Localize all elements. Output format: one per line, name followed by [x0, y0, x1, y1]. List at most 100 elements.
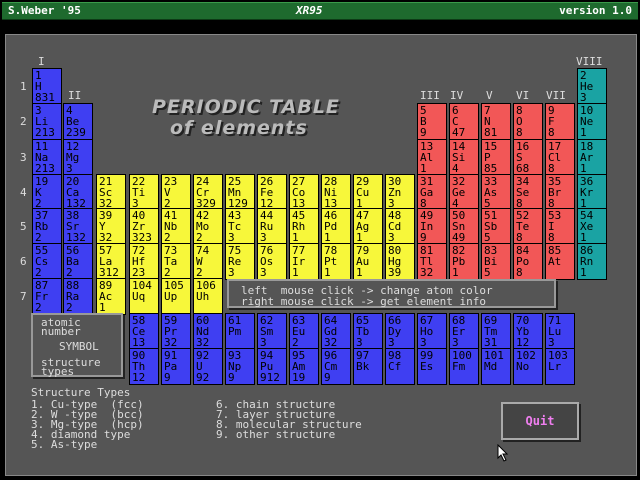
- element-ir[interactable]: 77 Ir 1: [289, 243, 319, 280]
- element-up[interactable]: 105 Up: [161, 278, 191, 315]
- element-rn[interactable]: 86 Rn 1: [577, 243, 607, 280]
- element-no[interactable]: 102 No: [513, 348, 543, 385]
- element-tb[interactable]: 65 Tb 3: [353, 313, 383, 350]
- element-w[interactable]: 74 W 2: [193, 243, 223, 280]
- element-mn[interactable]: 25 Mn 129: [225, 174, 255, 211]
- element-rh[interactable]: 45 Rh 1: [289, 208, 319, 245]
- element-o[interactable]: 8O8: [513, 103, 543, 140]
- element-k[interactable]: 19 K 2: [32, 174, 62, 211]
- element-ac[interactable]: 89 Ac 1: [96, 278, 126, 315]
- element-rb[interactable]: 37 Rb 2: [32, 208, 62, 245]
- element-nd[interactable]: 60 Nd 32: [193, 313, 223, 350]
- element-lr[interactable]: 103 Lr: [545, 348, 575, 385]
- element-mo[interactable]: 42 Mo 2: [193, 208, 223, 245]
- element-b[interactable]: 5B9: [417, 103, 447, 140]
- element-re[interactable]: 75 Re 3: [225, 243, 255, 280]
- element-v[interactable]: 23 V 2: [161, 174, 191, 211]
- element-md[interactable]: 101 Md: [481, 348, 511, 385]
- element-hg[interactable]: 80 Hg 39: [385, 243, 415, 280]
- element-es[interactable]: 99 Es: [417, 348, 447, 385]
- element-kr[interactable]: 36 Kr 1: [577, 174, 607, 211]
- element-uq[interactable]: 104 Uq: [129, 278, 159, 315]
- element-ho[interactable]: 67 Ho 3: [417, 313, 447, 350]
- element-cf[interactable]: 98 Cf: [385, 348, 415, 385]
- element-pr[interactable]: 59 Pr 32: [161, 313, 191, 350]
- element-sn[interactable]: 50 Sn 49: [449, 208, 479, 245]
- element-gd[interactable]: 64 Gd 32: [321, 313, 351, 350]
- element-pt[interactable]: 78 Pt 1: [321, 243, 351, 280]
- element-la[interactable]: 57 La 312: [96, 243, 126, 280]
- element-sc[interactable]: 21 Sc 32: [96, 174, 126, 211]
- element-pd[interactable]: 46 Pd 1: [321, 208, 351, 245]
- element-hf[interactable]: 72 Hf 23: [129, 243, 159, 280]
- element-sr[interactable]: 38 Sr 132: [63, 208, 93, 245]
- element-ru[interactable]: 44 Ru 3: [257, 208, 287, 245]
- element-ba[interactable]: 56 Ba 2: [63, 243, 93, 280]
- element-ag[interactable]: 47 Ag 1: [353, 208, 383, 245]
- element-cd[interactable]: 48 Cd 3: [385, 208, 415, 245]
- element-at[interactable]: 85 At: [545, 243, 575, 280]
- element-tc[interactable]: 43 Tc 3: [225, 208, 255, 245]
- element-al[interactable]: 13 Al 1: [417, 139, 447, 176]
- element-ne[interactable]: 10 Ne 1: [577, 103, 607, 140]
- element-po[interactable]: 84 Po 8: [513, 243, 543, 280]
- element-zn[interactable]: 30 Zn 3: [385, 174, 415, 211]
- element-s[interactable]: 16 S 68: [513, 139, 543, 176]
- element-ra[interactable]: 88 Ra 2: [63, 278, 93, 315]
- element-tm[interactable]: 69 Tm 31: [481, 313, 511, 350]
- element-pu[interactable]: 94 Pu 912: [257, 348, 287, 385]
- element-li[interactable]: 3 Li 213: [32, 103, 62, 140]
- element-i[interactable]: 53 I 8: [545, 208, 575, 245]
- element-eu[interactable]: 63 Eu 2: [289, 313, 319, 350]
- element-te[interactable]: 52 Te 8: [513, 208, 543, 245]
- element-u[interactable]: 92 U 92: [193, 348, 223, 385]
- element-cr[interactable]: 24 Cr 329: [193, 174, 223, 211]
- element-ge[interactable]: 32 Ge 4: [449, 174, 479, 211]
- element-tl[interactable]: 81 Tl 32: [417, 243, 447, 280]
- element-dy[interactable]: 66 Dy 3: [385, 313, 415, 350]
- element-fe[interactable]: 26 Fe 12: [257, 174, 287, 211]
- element-cl[interactable]: 17 Cl 8: [545, 139, 575, 176]
- element-xe[interactable]: 54 Xe 1: [577, 208, 607, 245]
- element-zr[interactable]: 40 Zr 323: [129, 208, 159, 245]
- element-f[interactable]: 9F8: [545, 103, 575, 140]
- element-bk[interactable]: 97 Bk: [353, 348, 383, 385]
- element-n[interactable]: 7 N 81: [481, 103, 511, 140]
- element-nb[interactable]: 41 Nb 2: [161, 208, 191, 245]
- element-fm[interactable]: 100 Fm: [449, 348, 479, 385]
- element-in[interactable]: 49 In 9: [417, 208, 447, 245]
- element-pm[interactable]: 61 Pm: [225, 313, 255, 350]
- element-ca[interactable]: 20 Ca 132: [63, 174, 93, 211]
- element-p[interactable]: 15 P 85: [481, 139, 511, 176]
- element-bi[interactable]: 83 Bi 5: [481, 243, 511, 280]
- element-ga[interactable]: 31 Ga 8: [417, 174, 447, 211]
- element-se[interactable]: 34 Se 8: [513, 174, 543, 211]
- element-pb[interactable]: 82 Pb 1: [449, 243, 479, 280]
- element-co[interactable]: 27 Co 13: [289, 174, 319, 211]
- element-sm[interactable]: 62 Sm 3: [257, 313, 287, 350]
- element-be[interactable]: 4 Be 239: [63, 103, 93, 140]
- element-au[interactable]: 79 Au 1: [353, 243, 383, 280]
- element-cu[interactable]: 29 Cu 1: [353, 174, 383, 211]
- element-mg[interactable]: 12 Mg 3: [63, 139, 93, 176]
- element-uh[interactable]: 106 Uh: [193, 278, 223, 315]
- element-er[interactable]: 68 Er 3: [449, 313, 479, 350]
- element-na[interactable]: 11 Na 213: [32, 139, 62, 176]
- element-ti[interactable]: 22 Ti 3: [129, 174, 159, 211]
- element-cm[interactable]: 96 Cm 9: [321, 348, 351, 385]
- element-np[interactable]: 93 Np 9: [225, 348, 255, 385]
- element-ar[interactable]: 18 Ar 1: [577, 139, 607, 176]
- element-ta[interactable]: 73 Ta 2: [161, 243, 191, 280]
- element-am[interactable]: 95 Am 19: [289, 348, 319, 385]
- element-br[interactable]: 35 Br 8: [545, 174, 575, 211]
- element-lu[interactable]: 71 Lu 3: [545, 313, 575, 350]
- element-as[interactable]: 33 As 5: [481, 174, 511, 211]
- element-cs[interactable]: 55 Cs 2: [32, 243, 62, 280]
- element-os[interactable]: 76 Os 3: [257, 243, 287, 280]
- element-c[interactable]: 6 C 47: [449, 103, 479, 140]
- element-th[interactable]: 90 Th 12: [129, 348, 159, 385]
- element-h[interactable]: 1 H 831: [32, 68, 62, 105]
- element-ni[interactable]: 28 Ni 13: [321, 174, 351, 211]
- element-fr[interactable]: 87 Fr 2: [32, 278, 62, 315]
- element-y[interactable]: 39 Y 32: [96, 208, 126, 245]
